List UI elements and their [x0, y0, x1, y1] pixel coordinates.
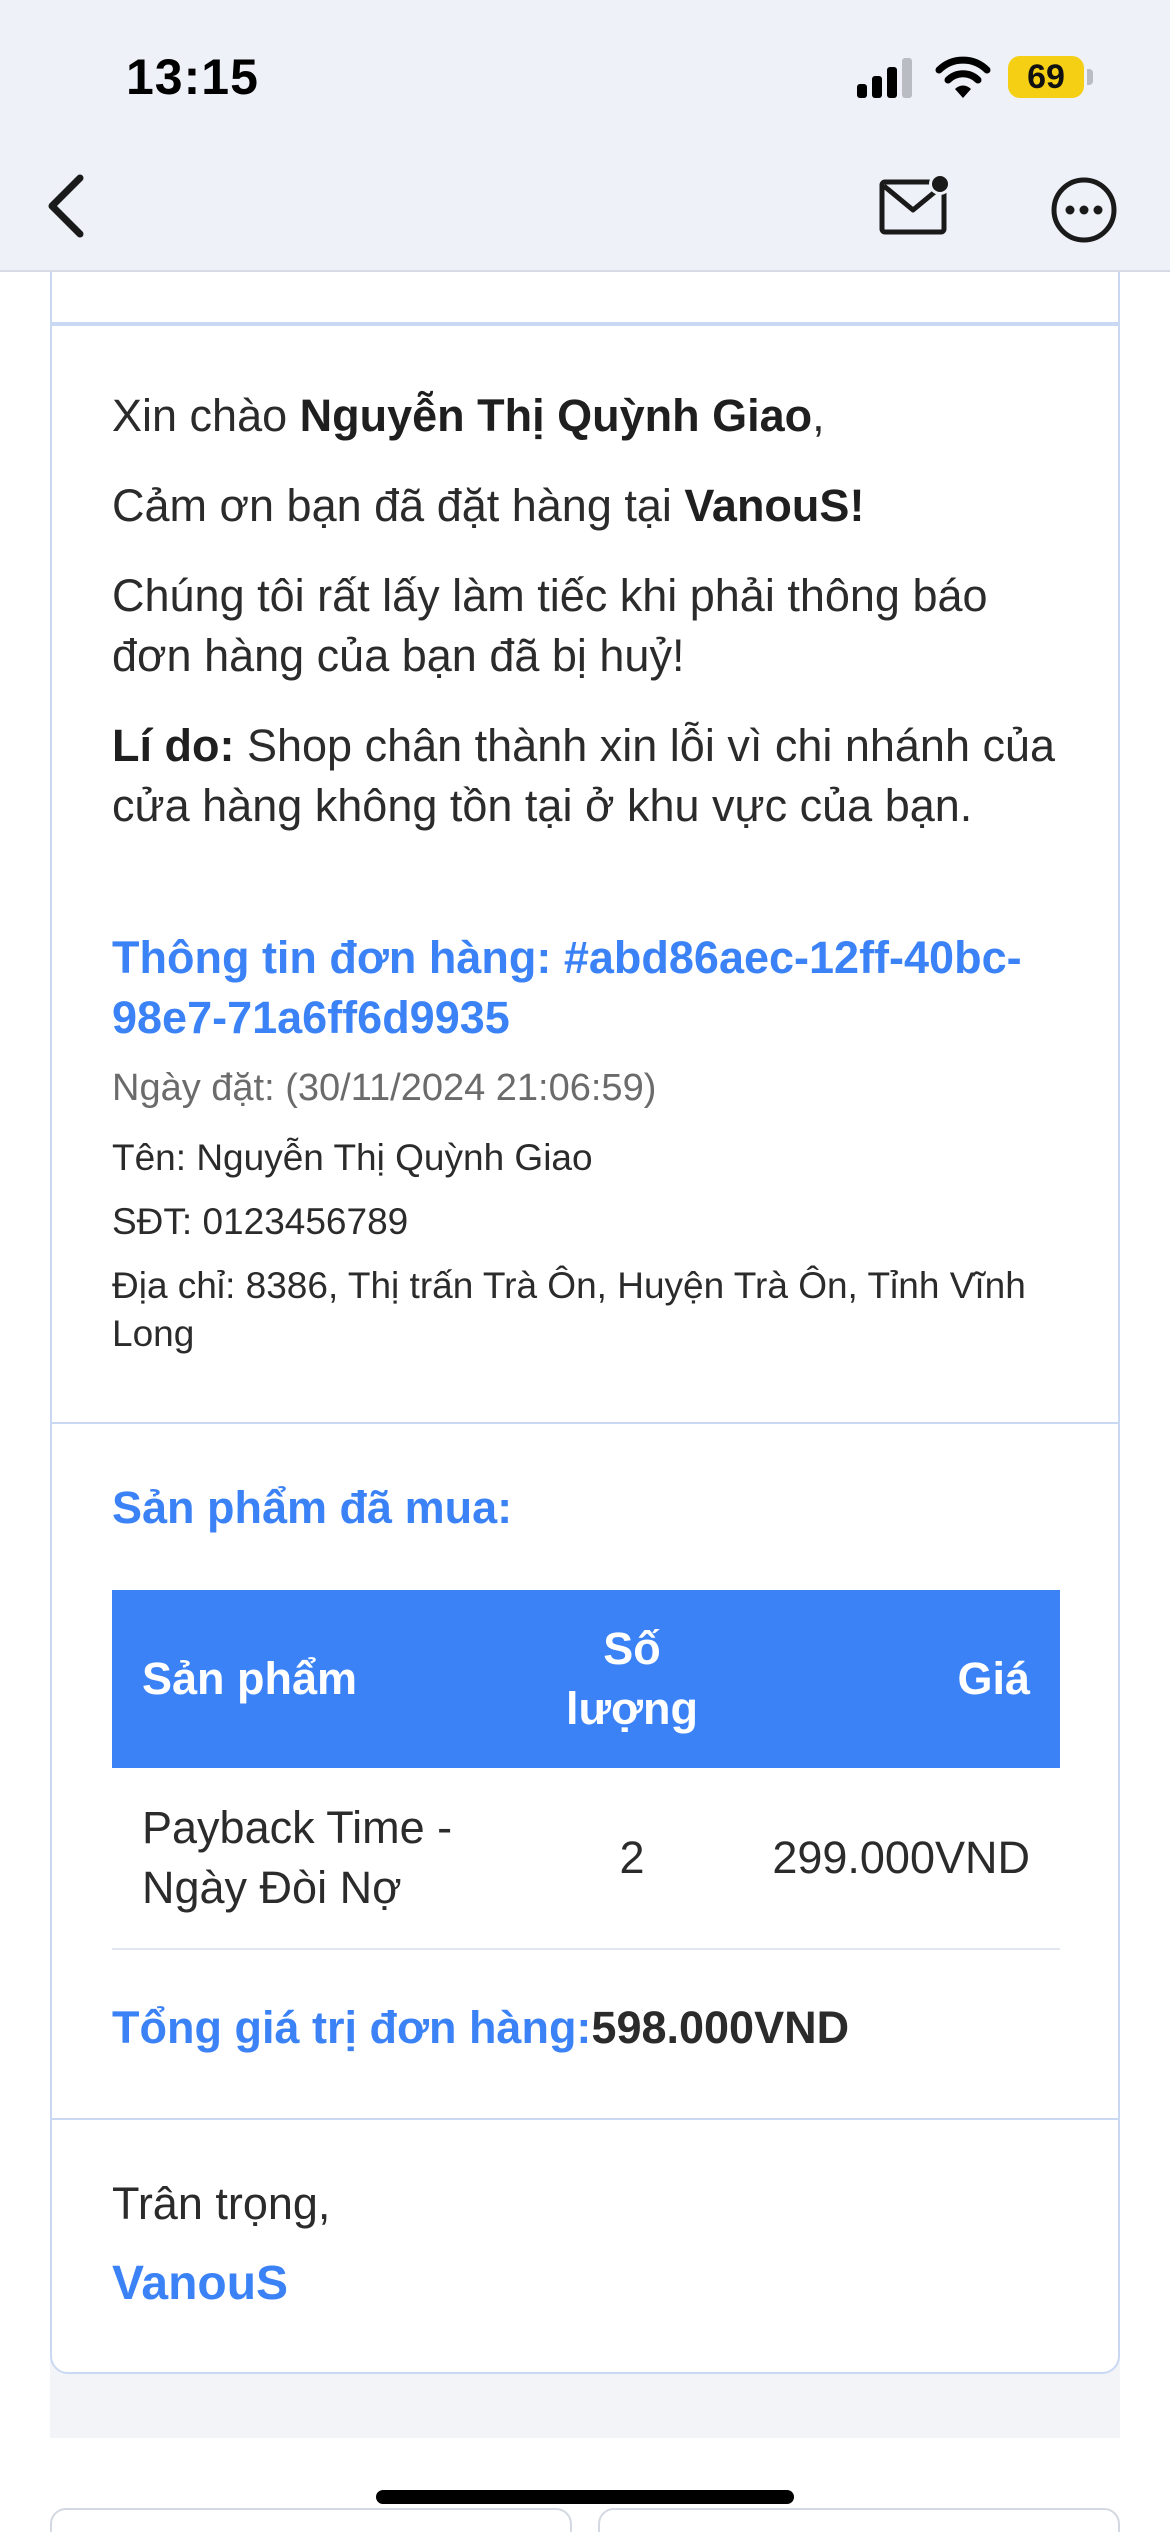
bottom-action-button-right[interactable] — [598, 2508, 1120, 2532]
mail-unread-icon[interactable] — [878, 172, 954, 238]
greeting-prefix: Xin chào — [112, 390, 300, 441]
header-product: Sản phẩm — [142, 1653, 358, 1704]
cancel-reason: Lí do: Shop chân thành xin lỗi vì chi nh… — [112, 716, 1072, 836]
customer-name-line: Tên: Nguyễn Thị Quỳnh Giao — [112, 1137, 593, 1178]
email-header-strip — [50, 272, 1120, 324]
greeting-suffix: , — [812, 390, 825, 441]
cancel-notice: Chúng tôi rất lấy làm tiếc khi phải thôn… — [112, 570, 988, 681]
battery-level: 69 — [1027, 58, 1065, 96]
signature: VanouS — [112, 2257, 289, 2310]
reason-text: Shop chân thành xin lỗi vì chi nhánh của… — [112, 720, 1056, 831]
order-date: Ngày đặt: (30/11/2024 21:06:59) — [112, 1067, 657, 1109]
signoff-section: Trân trọng, VanouS — [52, 2120, 1118, 2372]
order-info-title: Thông tin đơn hàng: #abd86aec-12ff-40bc-… — [112, 932, 1022, 1043]
customer-phone-line: SĐT: 0123456789 — [112, 1201, 409, 1242]
email-body: Xin chào Nguyễn Thị Quỳnh Giao, Cảm ơn b… — [50, 272, 1120, 2438]
table-row: Payback Time - Ngày Đòi Nợ 2 299.000VND — [112, 1768, 1060, 1950]
total-label: Tổng giá trị đơn hàng: — [112, 2002, 592, 2053]
status-time: 13:15 — [126, 49, 259, 105]
greeting: Xin chào Nguyễn Thị Quỳnh Giao, — [112, 386, 1072, 446]
total-value: 598.000VND — [591, 2002, 850, 2053]
battery-icon: 69 — [1008, 56, 1093, 98]
product-name: Payback Time - Ngày Đòi Nợ — [142, 1802, 453, 1913]
more-options-icon[interactable] — [1050, 176, 1118, 244]
reason-label: Lí do: — [112, 720, 235, 771]
chevron-left-icon[interactable] — [38, 168, 96, 244]
customer-address-line: Địa chỉ: 8386, Thị trấn Trà Ôn, Huyện Tr… — [112, 1265, 1026, 1354]
customer-name: Nguyễn Thị Quỳnh Giao — [299, 390, 813, 441]
email-card: Xin chào Nguyễn Thị Quỳnh Giao, Cảm ơn b… — [50, 324, 1120, 2374]
cellular-signal-icon — [857, 58, 912, 98]
products-title: Sản phẩm đã mua: — [112, 1482, 513, 1533]
products-section: Sản phẩm đã mua: Sản phẩm Số lượng Giá P… — [52, 1424, 1118, 2120]
wifi-icon — [935, 56, 991, 98]
home-indicator[interactable] — [376, 2490, 794, 2504]
products-table: Sản phẩm Số lượng Giá Payback Time - Ngà… — [112, 1590, 1060, 1950]
thanks-line: Cảm ơn bạn đã đặt hàng tại VanouS! — [112, 476, 1072, 536]
product-price: 299.000VND — [772, 1832, 1030, 1883]
top-bar: 13:15 69 — [0, 0, 1170, 272]
header-price: Giá — [957, 1653, 1030, 1704]
thanks-prefix: Cảm ơn bạn đã đặt hàng tại — [112, 480, 685, 531]
message-section: Xin chào Nguyễn Thị Quỳnh Giao, Cảm ơn b… — [52, 326, 1118, 1424]
regards-text: Trân trọng, — [112, 2178, 331, 2229]
shop-name: VanouS — [684, 480, 850, 531]
order-total: Tổng giá trị đơn hàng:598.000VND — [112, 1998, 849, 2058]
product-quantity: 2 — [619, 1832, 645, 1883]
thanks-suffix: ! — [849, 480, 865, 531]
header-quantity: Số lượng — [565, 1623, 699, 1734]
bottom-action-button-left[interactable] — [50, 2508, 572, 2532]
table-header: Sản phẩm Số lượng Giá — [112, 1590, 1060, 1768]
